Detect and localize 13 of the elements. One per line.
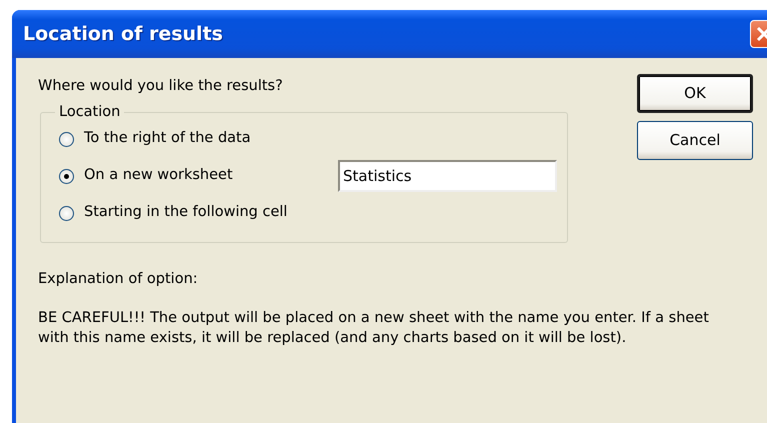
radio-button[interactable] <box>59 168 74 184</box>
sheet-name-field[interactable]: Statistics <box>338 160 557 192</box>
ok-button[interactable]: OK <box>637 74 753 113</box>
cancel-button[interactable]: Cancel <box>637 121 753 160</box>
explanation-text: BE CAREFUL!!! The output will be placed on a new sheet with the name you enter. If a sheet with this name exists, it will be replaced (and any charts based on it will be lost). <box>38 308 710 348</box>
radio-label[interactable]: Starting in the following cell <box>84 202 288 224</box>
radio-label[interactable]: On a new worksheet <box>84 165 233 188</box>
radio-button[interactable] <box>59 206 74 221</box>
prompt-label: Where would you like the results? <box>38 77 284 96</box>
window-title: Location of results <box>23 22 223 47</box>
radio-button[interactable] <box>59 132 74 147</box>
radio-label[interactable]: To the right of the data <box>84 128 251 150</box>
explanation-label: Explanation of option: <box>38 270 199 289</box>
